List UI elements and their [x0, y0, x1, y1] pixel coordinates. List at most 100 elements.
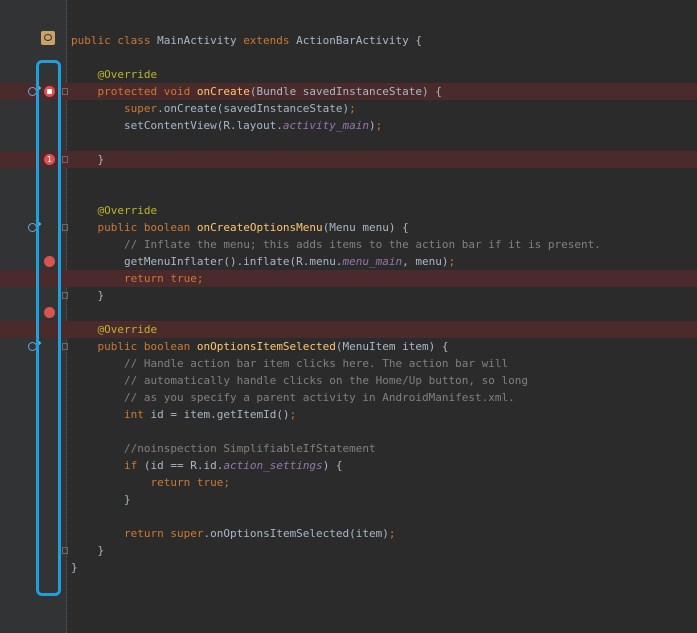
code-fold-icon[interactable] [62, 224, 68, 231]
code-token: (id == R.id. [143, 459, 224, 472]
code-text: @Override [71, 321, 158, 338]
code-line-25[interactable]: //noinspection SimplifiableIfStatement [0, 440, 697, 457]
code-text: } [71, 287, 104, 304]
code-token: (Menu menu) { [322, 221, 409, 234]
code-text: } [71, 559, 78, 576]
code-token: ) [369, 119, 376, 132]
code-text: public boolean onCreateOptionsMenu(Menu … [71, 219, 409, 236]
code-line-17[interactable] [0, 304, 697, 321]
code-fold-icon[interactable] [62, 547, 68, 554]
code-line-5[interactable]: super.onCreate(savedInstanceState); [0, 100, 697, 117]
code-line-8[interactable]: } [0, 151, 697, 168]
code-text: super.onCreate(savedInstanceState); [71, 100, 356, 117]
code-text: } [71, 491, 131, 508]
code-token: @Override [97, 204, 158, 217]
code-line-23[interactable]: int id = item.getItemId(); [0, 406, 697, 423]
code-fold-icon[interactable] [62, 292, 68, 299]
code-line-31[interactable]: } [0, 542, 697, 559]
code-line-4[interactable]: protected void onCreate(Bundle savedInst… [0, 83, 697, 100]
code-line-11[interactable]: @Override [0, 202, 697, 219]
code-line-19[interactable]: public boolean onOptionsItemSelected(Men… [0, 338, 697, 355]
code-text: // as you specify a parent activity in A… [71, 389, 515, 406]
code-text: return true; [71, 474, 230, 491]
code-line-18[interactable]: @Override [0, 321, 697, 338]
code-token: MainActivity [157, 34, 244, 47]
code-line-9[interactable] [0, 168, 697, 185]
code-token: @Override [97, 323, 158, 336]
code-line-27[interactable]: return true; [0, 474, 697, 491]
code-text: protected void onCreate(Bundle savedInst… [71, 83, 442, 100]
code-line-26[interactable]: if (id == R.id.action_settings) { [0, 457, 697, 474]
code-text: // Inflate the menu; this adds items to … [71, 236, 601, 253]
code-line-21[interactable]: // automatically handle clicks on the Ho… [0, 372, 697, 389]
code-line-10[interactable] [0, 185, 697, 202]
code-text: } [71, 151, 104, 168]
code-token: onOptionsItemSelected [196, 340, 336, 353]
code-token: return true; [150, 476, 230, 489]
code-line-6[interactable]: setContentView(R.layout.activity_main); [0, 117, 697, 134]
code-token: action_settings [223, 459, 323, 472]
code-line-24[interactable] [0, 423, 697, 440]
code-fold-icon[interactable] [62, 343, 68, 350]
code-text: //noinspection SimplifiableIfStatement [71, 440, 376, 457]
code-token: , menu) [402, 255, 449, 268]
code-line-1[interactable]: public class MainActivity extends Action… [0, 32, 697, 49]
breakpoint-column-highlight [36, 60, 61, 596]
code-token: onOptionsItemSelected(item) [210, 527, 389, 540]
code-token: public boolean [97, 221, 197, 234]
code-token: ; [388, 527, 396, 540]
code-text: } [71, 542, 104, 559]
code-line-16[interactable]: } [0, 287, 697, 304]
code-line-29[interactable] [0, 508, 697, 525]
code-token: (Bundle savedInstanceState) { [249, 85, 442, 98]
code-line-20[interactable]: // Handle action bar item clicks here. T… [0, 355, 697, 372]
code-line-28[interactable]: } [0, 491, 697, 508]
code-token: ; [448, 255, 456, 268]
code-text: // Handle action bar item clicks here. T… [71, 355, 508, 372]
code-token: } [71, 153, 105, 166]
code-line-13[interactable]: // Inflate the menu; this adds items to … [0, 236, 697, 253]
code-token: // Handle action bar item clicks here. T… [123, 357, 509, 370]
code-token: super [123, 102, 158, 115]
code-token: } [71, 561, 78, 574]
code-token: } [71, 493, 131, 506]
code-text: setContentView(R.layout.activity_main); [71, 117, 382, 134]
code-line-3[interactable]: @Override [0, 66, 697, 83]
code-token: activity_main [282, 119, 370, 132]
code-token: ActionBarActivity { [296, 34, 423, 47]
code-text: return true; [71, 270, 203, 287]
code-line-15[interactable]: return true; [0, 270, 697, 287]
code-token: ; [349, 102, 356, 115]
code-token: public boolean [97, 340, 197, 353]
code-token: public class [71, 34, 158, 47]
code-line-22[interactable]: // as you specify a parent activity in A… [0, 389, 697, 406]
code-fold-icon[interactable] [62, 88, 68, 95]
code-text: if (id == R.id.action_settings) { [71, 457, 343, 474]
code-token: menu_main [342, 255, 403, 268]
code-token: id = item.getItemId() [150, 408, 290, 421]
code-line-12[interactable]: public boolean onCreateOptionsMenu(Menu … [0, 219, 697, 236]
code-line-32[interactable]: } [0, 559, 697, 576]
code-token: // Inflate the menu; this adds items to … [123, 238, 601, 251]
code-fold-icon[interactable] [62, 156, 68, 163]
code-text: getMenuInflater().inflate(R.menu.menu_ma… [71, 253, 455, 270]
code-line-2[interactable] [0, 49, 697, 66]
code-line-30[interactable]: return super.onOptionsItemSelected(item)… [0, 525, 697, 542]
code-line-7[interactable] [0, 134, 697, 151]
code-token: } [71, 289, 105, 302]
code-token: //noinspection SimplifiableIfStatement [123, 442, 376, 455]
code-line-14[interactable]: getMenuInflater().inflate(R.menu.menu_ma… [0, 253, 697, 270]
